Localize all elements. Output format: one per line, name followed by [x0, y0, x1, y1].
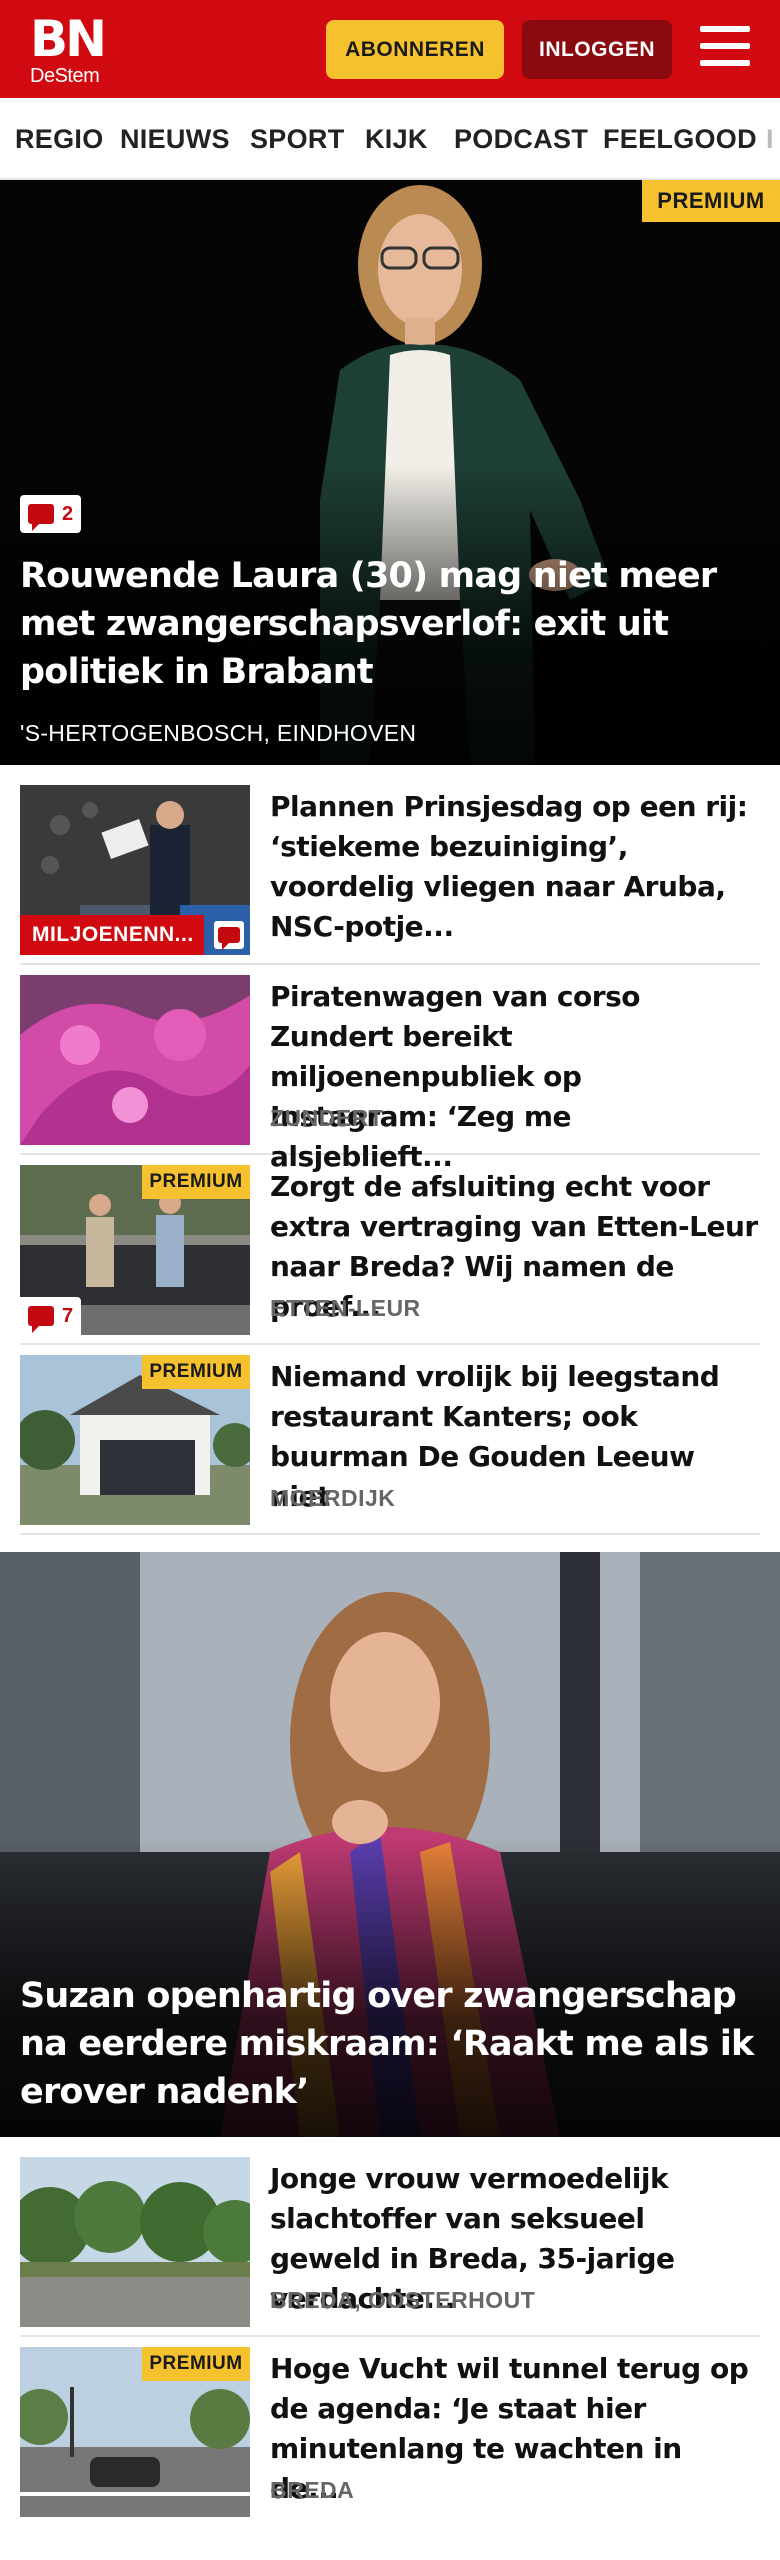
article-thumbnail — [20, 975, 250, 1145]
comment-count: 2 — [62, 502, 74, 525]
hero-article[interactable]: PREMIUM 2 Rouwende Laura (30) mag niet m… — [0, 180, 780, 765]
hamburger-icon[interactable] — [700, 26, 752, 70]
article-thumbnail — [20, 2157, 250, 2327]
nav-item-feelgood[interactable]: FEELGOOD — [603, 124, 757, 155]
article-thumbnail: MILJOENENN... — [20, 785, 250, 955]
nav-item-regio[interactable]: REGIO — [15, 124, 104, 155]
nav-item-nieuws[interactable]: NIEUWS — [120, 124, 230, 155]
comment-count: 7 — [62, 1304, 74, 1327]
hero-headline[interactable]: Rouwende Laura (30) mag niet meer met zw… — [20, 552, 740, 696]
comment-icon — [214, 921, 244, 950]
site-header: BN DeStem ABONNEREN INLOGGEN — [0, 0, 780, 98]
premium-badge: PREMIUM — [142, 1165, 250, 1199]
logo-bn: BN — [30, 10, 107, 68]
subscribe-button[interactable]: ABONNEREN — [326, 20, 504, 79]
section-nav: REGIO NIEUWS SPORT KIJK PODCAST FEELGOOD… — [0, 98, 780, 180]
article-location: BREDA, OOSTERHOUT — [270, 2287, 536, 2313]
logo-destem: DeStem — [30, 65, 100, 87]
article-location: MOERDIJK — [270, 1485, 396, 1511]
list-item[interactable]: PREMIUM Niemand vrolijk bij leegstand re… — [20, 1345, 760, 1535]
article-location: ETTEN-LEUR — [270, 1295, 421, 1321]
nav-item-kijk[interactable]: KIJK — [365, 124, 428, 155]
article-thumbnail: PREMIUM — [20, 1355, 250, 1525]
premium-badge: PREMIUM — [142, 2347, 250, 2381]
list-item[interactable]: MILJOENENN... Plannen Prinsjesdag op een… — [20, 775, 760, 965]
nav-item-more[interactable]: I — [766, 124, 774, 155]
hero-headline[interactable]: Suzan openhartig over zwangerschap na ee… — [20, 1972, 760, 2116]
comment-count-badge[interactable]: 7 — [20, 1297, 82, 1335]
list-item[interactable]: PREMIUM 7 Zorgt de afsluiting echt voor … — [20, 1155, 760, 1345]
list-item[interactable]: PREMIUM Hoge Vucht wil tunnel terug op d… — [20, 2337, 760, 2527]
nav-item-podcast[interactable]: PODCAST — [454, 124, 588, 155]
nav-item-sport[interactable]: SPORT — [250, 124, 345, 155]
list-item[interactable]: Jonge vrouw vermoedelijk slachtoffer van… — [20, 2147, 760, 2337]
hero-article-secondary[interactable]: Suzan openhartig over zwangerschap na ee… — [0, 1552, 780, 2137]
article-thumbnail: PREMIUM 7 — [20, 1165, 250, 1335]
comment-icon — [28, 504, 54, 531]
article-category-label: MILJOENENN... — [20, 915, 204, 955]
article-location: BREDA — [270, 2477, 355, 2503]
article-title[interactable]: Piratenwagen van corso Zundert bereikt m… — [270, 977, 758, 1177]
article-thumbnail: PREMIUM — [20, 2347, 250, 2517]
site-logo[interactable]: BN DeStem — [30, 14, 110, 86]
article-location: ZUNDERT — [270, 1105, 384, 1131]
comment-icon — [28, 1306, 54, 1333]
article-title[interactable]: Plannen Prinsjesdag op een rij: ‘stiekem… — [270, 787, 758, 947]
list-item[interactable]: Piratenwagen van corso Zundert bereikt m… — [20, 965, 760, 1173]
premium-badge: PREMIUM — [142, 1355, 250, 1389]
hero-location: 'S-HERTOGENBOSCH, EINDHOVEN — [20, 720, 417, 746]
premium-badge: PREMIUM — [642, 180, 780, 222]
comment-count-badge[interactable]: 2 — [20, 495, 82, 533]
login-button[interactable]: INLOGGEN — [522, 20, 672, 79]
